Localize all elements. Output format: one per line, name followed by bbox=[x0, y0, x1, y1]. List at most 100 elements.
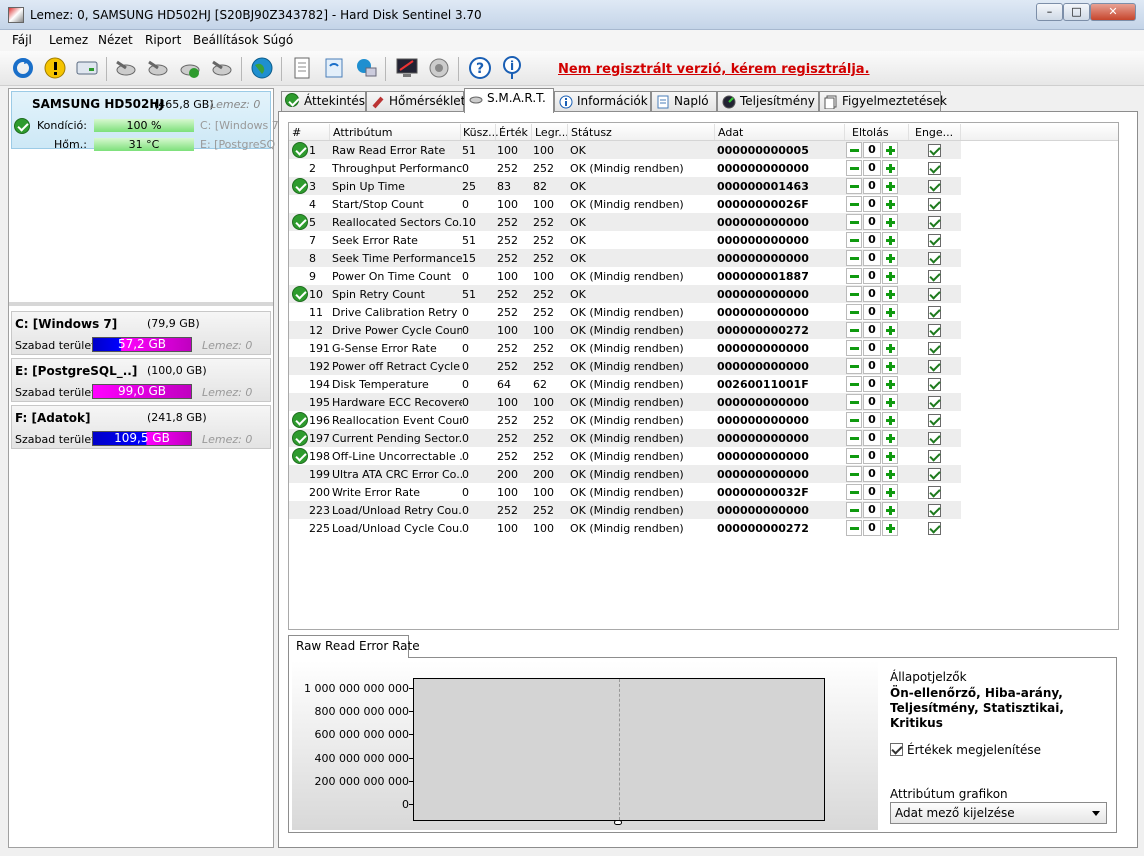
offset-decrease-button[interactable] bbox=[846, 358, 862, 374]
offset-value[interactable]: 0 bbox=[863, 286, 881, 302]
column-separator[interactable] bbox=[908, 124, 909, 140]
enable-checkbox[interactable] bbox=[928, 324, 941, 337]
enable-checkbox[interactable] bbox=[928, 288, 941, 301]
table-row[interactable]: 192 Power off Retract Cycle ... 0 252 252 OK … bbox=[289, 357, 961, 375]
table-row[interactable]: 196 Reallocation Event Count 0 252 252 OK (Mi… bbox=[289, 411, 961, 429]
offset-value[interactable]: 0 bbox=[863, 376, 881, 392]
disk-icon[interactable] bbox=[74, 55, 100, 81]
table-row[interactable]: 7 Seek Error Rate 51 252 252 OK 000000000000 0 bbox=[289, 231, 961, 249]
offset-value[interactable]: 0 bbox=[863, 340, 881, 356]
table-row[interactable]: 3 Spin Up Time 25 83 82 OK 000000001463 0 bbox=[289, 177, 961, 195]
offset-decrease-button[interactable] bbox=[846, 430, 862, 446]
enable-checkbox[interactable] bbox=[928, 144, 941, 157]
enable-checkbox[interactable] bbox=[928, 450, 941, 463]
offset-decrease-button[interactable] bbox=[846, 340, 862, 356]
offset-increase-button[interactable] bbox=[882, 286, 898, 302]
offset-increase-button[interactable] bbox=[882, 322, 898, 338]
enable-checkbox[interactable] bbox=[928, 414, 941, 427]
offset-decrease-button[interactable] bbox=[846, 268, 862, 284]
tab-log[interactable]: Napló bbox=[651, 91, 717, 112]
offset-value[interactable]: 0 bbox=[863, 196, 881, 212]
enable-checkbox[interactable] bbox=[928, 396, 941, 409]
column-header[interactable]: Státusz bbox=[571, 126, 612, 139]
offset-decrease-button[interactable] bbox=[846, 394, 862, 410]
offset-decrease-button[interactable] bbox=[846, 448, 862, 464]
enable-checkbox[interactable] bbox=[928, 162, 941, 175]
offset-value[interactable]: 0 bbox=[863, 232, 881, 248]
column-header[interactable]: Eltolás bbox=[852, 126, 889, 139]
registration-link[interactable]: Nem regisztrált verzió, kérem regisztrál… bbox=[558, 62, 870, 77]
column-header[interactable]: Attribútum bbox=[333, 126, 393, 139]
column-header[interactable]: # bbox=[292, 126, 301, 139]
offset-value[interactable]: 0 bbox=[863, 520, 881, 536]
menu-settings[interactable]: Beállítások bbox=[193, 33, 259, 47]
test-ok-icon[interactable] bbox=[177, 55, 203, 81]
enable-checkbox[interactable] bbox=[928, 522, 941, 535]
offset-increase-button[interactable] bbox=[882, 394, 898, 410]
enable-checkbox[interactable] bbox=[928, 270, 941, 283]
network-icon[interactable] bbox=[353, 55, 379, 81]
tab-alerts[interactable]: Figyelmeztetések bbox=[819, 91, 947, 112]
offset-value[interactable]: 0 bbox=[863, 448, 881, 464]
maximize-button[interactable]: □ bbox=[1063, 3, 1090, 21]
table-row[interactable]: 10 Spin Retry Count 51 252 252 OK 000000000000… bbox=[289, 285, 961, 303]
table-row[interactable]: 11 Drive Calibration Retry ... 0 252 252 OK (… bbox=[289, 303, 961, 321]
offset-value[interactable]: 0 bbox=[863, 142, 881, 158]
offset-increase-button[interactable] bbox=[882, 142, 898, 158]
offset-increase-button[interactable] bbox=[882, 502, 898, 518]
enable-checkbox[interactable] bbox=[928, 504, 941, 517]
menu-disk[interactable]: Lemez bbox=[49, 33, 88, 47]
enable-checkbox[interactable] bbox=[928, 342, 941, 355]
show-values-label[interactable]: Értékek megjelenítése bbox=[907, 743, 1041, 757]
info-icon[interactable]: i bbox=[499, 55, 525, 81]
offset-value[interactable]: 0 bbox=[863, 394, 881, 410]
table-row[interactable]: 200 Write Error Rate 0 100 100 OK (Mindig ren… bbox=[289, 483, 961, 501]
offset-decrease-button[interactable] bbox=[846, 178, 862, 194]
offset-value[interactable]: 0 bbox=[863, 430, 881, 446]
offset-decrease-button[interactable] bbox=[846, 304, 862, 320]
table-row[interactable]: 1 Raw Read Error Rate 51 100 100 OK 0000000000… bbox=[289, 141, 961, 159]
tab-performance[interactable]: Teljesítmény bbox=[717, 91, 819, 112]
offset-decrease-button[interactable] bbox=[846, 322, 862, 338]
show-values-checkbox[interactable] bbox=[890, 743, 903, 756]
menu-file[interactable]: Fájl bbox=[12, 33, 32, 47]
offset-value[interactable]: 0 bbox=[863, 502, 881, 518]
column-separator[interactable] bbox=[460, 124, 461, 140]
offset-decrease-button[interactable] bbox=[846, 232, 862, 248]
offset-decrease-button[interactable] bbox=[846, 142, 862, 158]
column-separator[interactable] bbox=[531, 124, 532, 140]
table-row[interactable]: 8 Seek Time Performance 15 252 252 OK 00000000… bbox=[289, 249, 961, 267]
table-row[interactable]: 4 Start/Stop Count 0 100 100 OK (Mindig rendb… bbox=[289, 195, 961, 213]
partition-entry[interactable]: C: [Windows 7] (79,9 GB) Szabad terület … bbox=[11, 311, 271, 355]
test-icon[interactable] bbox=[145, 55, 171, 81]
tab-temperature[interactable]: Hőmérséklet bbox=[366, 91, 465, 112]
offset-increase-button[interactable] bbox=[882, 304, 898, 320]
enable-checkbox[interactable] bbox=[928, 432, 941, 445]
offset-increase-button[interactable] bbox=[882, 466, 898, 482]
table-row[interactable]: 9 Power On Time Count 0 100 100 OK (Mindig re… bbox=[289, 267, 961, 285]
globe-icon[interactable] bbox=[249, 55, 275, 81]
offset-decrease-button[interactable] bbox=[846, 466, 862, 482]
offset-value[interactable]: 0 bbox=[863, 484, 881, 500]
test-icon[interactable] bbox=[113, 55, 139, 81]
refresh-icon[interactable] bbox=[10, 55, 36, 81]
enable-checkbox[interactable] bbox=[928, 180, 941, 193]
offset-increase-button[interactable] bbox=[882, 430, 898, 446]
speaker-icon[interactable] bbox=[426, 55, 452, 81]
offset-decrease-button[interactable] bbox=[846, 286, 862, 302]
table-row[interactable]: 197 Current Pending Sector... 0 252 252 OK (M… bbox=[289, 429, 961, 447]
menu-view[interactable]: Nézet bbox=[98, 33, 133, 47]
report-icon[interactable] bbox=[289, 55, 315, 81]
warning-icon[interactable] bbox=[42, 55, 68, 81]
offset-decrease-button[interactable] bbox=[846, 412, 862, 428]
tab-information[interactable]: Információk bbox=[554, 91, 651, 112]
enable-checkbox[interactable] bbox=[928, 486, 941, 499]
offset-decrease-button[interactable] bbox=[846, 160, 862, 176]
offset-decrease-button[interactable] bbox=[846, 502, 862, 518]
offset-increase-button[interactable] bbox=[882, 250, 898, 266]
monitor-icon[interactable] bbox=[394, 55, 420, 81]
offset-value[interactable]: 0 bbox=[863, 160, 881, 176]
offset-increase-button[interactable] bbox=[882, 196, 898, 212]
table-row[interactable]: 194 Disk Temperature 0 64 62 OK (Mindig rendb… bbox=[289, 375, 961, 393]
column-separator[interactable] bbox=[960, 124, 961, 140]
